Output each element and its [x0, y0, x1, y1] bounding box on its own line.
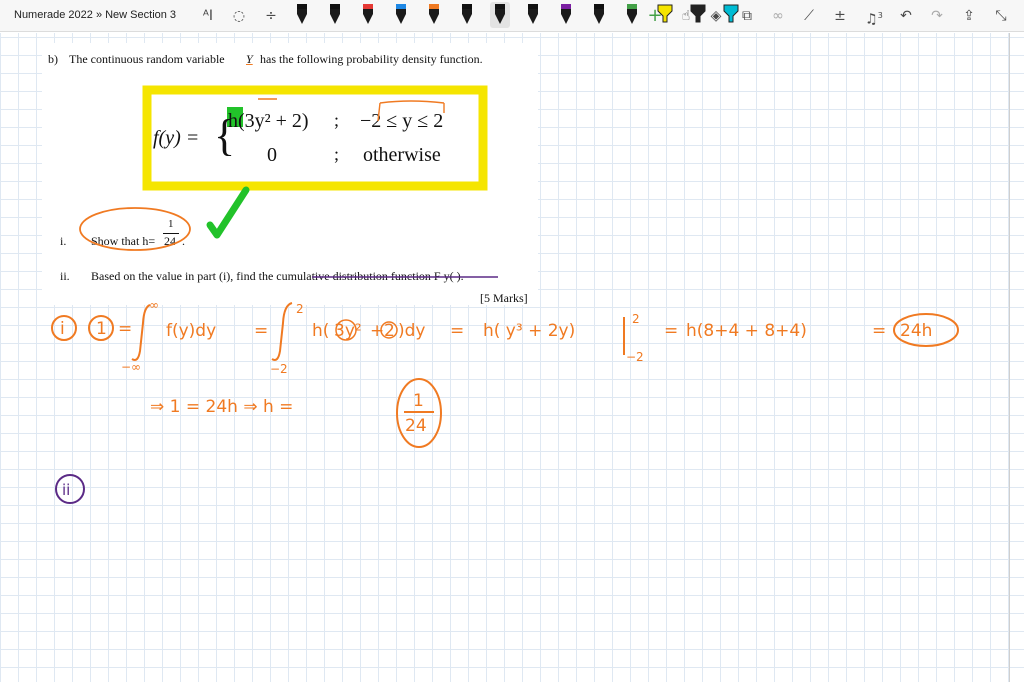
ink-to-math-icon[interactable]: ∞: [768, 6, 788, 26]
red-pen-icon[interactable]: [358, 2, 378, 28]
pdf-case-2: 0: [267, 144, 277, 166]
svg-text:=: =: [118, 319, 132, 339]
ruler-icon[interactable]: ⟋: [799, 6, 819, 26]
blue-pen-icon[interactable]: [391, 2, 411, 28]
intro-text: The continuous random variable: [69, 52, 225, 66]
breadcrumb[interactable]: Numerade 2022 » New Section 3: [14, 9, 176, 21]
svg-text:+: +: [370, 321, 384, 341]
item-i-end: .: [182, 234, 185, 248]
item-ii-label: ii.: [60, 269, 70, 283]
ink-to-text-icon[interactable]: ⧉: [737, 6, 757, 26]
ink-replay-icon[interactable]: ♫3: [864, 6, 884, 28]
svg-text:−2: −2: [270, 362, 288, 376]
ink-to-shape-icon[interactable]: ◈: [706, 6, 726, 26]
pdf-case-1: h(3y² + 2): [228, 110, 309, 132]
item-i-denominator: 24: [164, 234, 176, 248]
problem-image[interactable]: b) The continuous random variable Y has …: [42, 43, 538, 305]
export-icon[interactable]: ⇪: [959, 6, 979, 26]
note-canvas[interactable]: b) The continuous random variable Y has …: [0, 33, 1024, 682]
undo-icon[interactable]: ↶: [896, 6, 916, 26]
part-ii-marker: ii: [62, 481, 70, 499]
svg-text:24h: 24h: [900, 321, 932, 341]
item-i-numerator: 1: [168, 218, 174, 230]
text-select-icon[interactable]: ᴬI: [198, 6, 218, 26]
orange-pen-icon[interactable]: [424, 2, 444, 28]
variable-y: Y: [246, 52, 253, 66]
working-line-1: 1 = ∞ −∞ f(y)dy = 2 −2 h( 3y² + 2 )dy = …: [88, 298, 959, 376]
svg-text:2: 2: [632, 312, 640, 326]
touch-draw-icon[interactable]: ☝: [676, 6, 696, 26]
pdf-cond-2: otherwise: [363, 144, 441, 166]
pdf-sep-1: ;: [334, 110, 340, 130]
svg-text:24: 24: [405, 416, 427, 436]
insert-space-icon[interactable]: ÷: [261, 6, 281, 26]
svg-text:−∞: −∞: [121, 360, 141, 374]
black-pen-3-icon[interactable]: [457, 2, 477, 28]
part-i-marker: i: [60, 319, 65, 339]
part-i-marker-circle: [51, 315, 77, 341]
green-pen-icon[interactable]: [622, 2, 642, 28]
svg-text:h(8+4 + 8+4): h(8+4 + 8+4): [686, 321, 807, 341]
svg-text:1: 1: [96, 319, 107, 339]
svg-text:3y²: 3y²: [334, 321, 362, 341]
collapse-icon[interactable]: ⤡: [991, 6, 1011, 26]
svg-text:=: =: [664, 321, 678, 341]
intro-rest: has the following probability density fu…: [260, 52, 483, 66]
page-boundary: [1009, 33, 1010, 682]
black-pen-5-icon[interactable]: [589, 2, 609, 28]
part-ii-marker-circle: [55, 474, 85, 504]
purple-pen-icon[interactable]: [556, 2, 576, 28]
pdf-cond-1: −2 ≤ y ≤ 2: [360, 110, 444, 132]
svg-text:1: 1: [413, 391, 424, 411]
zoom-badge: 3: [877, 11, 883, 20]
lasso-select-icon[interactable]: ◌: [229, 6, 249, 26]
part-label: b): [48, 52, 58, 66]
black-pen-1-icon[interactable]: [292, 2, 312, 28]
toolbar: Numerade 2022 » New Section 3 ᴬI ◌ ÷ + ☝…: [0, 0, 1024, 32]
svg-text:h(: h(: [312, 321, 329, 341]
svg-text:h( y³ + 2y): h( y³ + 2y): [483, 321, 575, 341]
math-icon[interactable]: ±: [830, 6, 850, 26]
pdf-sep-2: ;: [334, 144, 340, 164]
svg-text:f(y)dy: f(y)dy: [166, 321, 216, 341]
item-ii-text: Based on the value in part (i), find the…: [91, 269, 464, 283]
svg-text:⇒ 1 = 24h ⇒ h =: ⇒ 1 = 24h ⇒ h =: [150, 397, 293, 417]
marks: [5 Marks]: [480, 291, 528, 305]
svg-text:=: =: [872, 321, 886, 341]
black-pen-4-icon[interactable]: [523, 2, 543, 28]
redo-icon[interactable]: ↷: [927, 6, 947, 26]
item-i-text: Show that h=: [91, 234, 156, 248]
svg-text:2: 2: [384, 321, 395, 341]
pdf-lhs: f(y) =: [153, 127, 200, 149]
black-pen-selected-icon[interactable]: [490, 2, 510, 28]
svg-text:=: =: [254, 321, 268, 341]
svg-text:=: =: [450, 321, 464, 341]
svg-text:−2: −2: [626, 350, 644, 364]
add-pen-icon[interactable]: +: [645, 6, 665, 26]
working-line-2: ⇒ 1 = 24h ⇒ h = 1 24: [150, 378, 442, 448]
svg-text:)dy: )dy: [398, 321, 425, 341]
black-pen-2-icon[interactable]: [325, 2, 345, 28]
item-i-label: i.: [60, 234, 67, 248]
